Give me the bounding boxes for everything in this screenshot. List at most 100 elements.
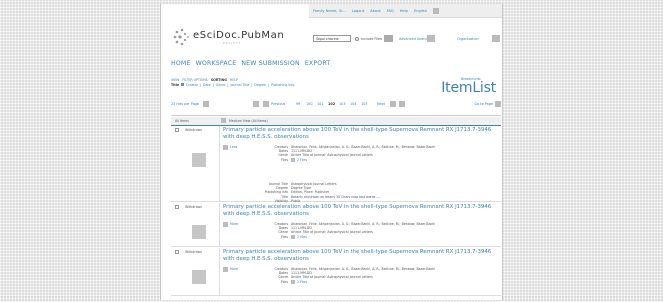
item-metadata: Creators Aharonian, Felix; Akhperjanian, … xyxy=(274,222,436,239)
sorting-options: Title Creator | Date | Genre | Journal Titl… xyxy=(171,83,295,87)
item-creators: Aharonian, Felix; Akhperjanian, A. G.; B… xyxy=(291,222,436,226)
item-files-link[interactable]: 2 Files xyxy=(297,158,307,162)
subnav-view[interactable]: VIEW xyxy=(171,78,179,82)
page-link-103[interactable]: 103 xyxy=(339,102,345,106)
include-files-label: Include Files xyxy=(361,36,382,41)
item-status: Withdrawn xyxy=(185,250,203,254)
include-files-radio[interactable] xyxy=(355,36,359,41)
sort-creator[interactable]: Creator xyxy=(186,83,198,87)
next-page-link[interactable]: Next xyxy=(377,102,385,106)
advanced-search-button[interactable] xyxy=(427,35,435,42)
view-select-button[interactable] xyxy=(221,118,226,123)
page-link-102-current[interactable]: 102 xyxy=(328,102,335,106)
sort-journal-title[interactable]: Journal Title xyxy=(230,83,249,87)
item-status: Withdrawn xyxy=(185,205,203,209)
about-link[interactable]: About xyxy=(370,9,381,13)
logo-text: eSciDoc.PubMan xyxy=(193,30,285,41)
toggle-details-link[interactable]: Less xyxy=(230,145,237,149)
meta-bar: Family Name, Gi... Logout About FAQ Help… xyxy=(309,4,502,18)
item-metadata: Creators Aharonian, Felix; Akhperjanian, … xyxy=(274,145,436,162)
item-thumbnail[interactable] xyxy=(192,225,206,239)
subnav-sorting[interactable]: SORTING xyxy=(211,78,227,82)
language-link[interactable]: English xyxy=(414,9,427,13)
advanced-search-link[interactable]: Advanced Search xyxy=(399,37,428,41)
files-icon[interactable] xyxy=(291,234,295,239)
organization-button[interactable] xyxy=(492,35,500,42)
page-container: Family Name, Gi... Logout About FAQ Help… xyxy=(160,4,503,300)
list-item: Withdrawn Primary particle acceleration … xyxy=(171,248,501,296)
help-link[interactable]: Help xyxy=(400,9,408,13)
item-title-link[interactable]: Primary particle acceleration above 100 … xyxy=(223,204,493,218)
user-name-link[interactable]: Family Name, Gi... xyxy=(313,9,346,13)
toggle-details-button[interactable] xyxy=(223,222,228,227)
organization-link[interactable]: Organization xyxy=(457,37,479,41)
page-link-99[interactable]: 99 xyxy=(296,102,300,106)
hits-per-page-select[interactable]: 25 Hits per Page xyxy=(171,102,199,106)
subnav-help[interactable]: HELP xyxy=(230,78,238,82)
toggle-details-button[interactable] xyxy=(223,145,228,150)
item-title-link[interactable]: Primary particle acceleration above 100 … xyxy=(223,127,493,141)
item-checkbox[interactable] xyxy=(175,250,179,254)
item-creators: Aharonian, Felix; Akhperjanian, A. G.; B… xyxy=(291,145,436,149)
previous-page-link[interactable]: Previous xyxy=(271,102,285,106)
quick-search-button[interactable] xyxy=(383,35,393,42)
last-page-button[interactable] xyxy=(399,101,405,107)
quick-search-input[interactable]: Sepol chlorine xyxy=(313,35,351,42)
header: eSciDoc.PubMan PROJECT Sepol chlorine In… xyxy=(171,26,501,50)
logout-link[interactable]: Logout xyxy=(352,9,364,13)
list-item: Withdrawn Primary particle acceleration … xyxy=(171,203,501,247)
item-creators: Aharonian, Felix; Akhperjanian, A. G.; B… xyxy=(291,267,436,271)
sub-navigation: VIEW FILTER OPTIONS SORTING HELP xyxy=(171,78,238,82)
nav-export[interactable]: EXPORT xyxy=(305,60,331,67)
hits-per-page-button[interactable] xyxy=(203,101,209,107)
sort-direction-icon[interactable] xyxy=(181,83,185,86)
main-navigation: HOME WORKSPACE NEW SUBMISSION EXPORT xyxy=(171,60,330,67)
view-mode-label[interactable]: Medium View (All Items) xyxy=(229,119,268,123)
sort-date[interactable]: Date xyxy=(203,83,211,87)
next-page-button[interactable] xyxy=(390,101,396,107)
list-item: Withdrawn Primary particle acceleration … xyxy=(171,126,501,203)
item-title-detail: Botanic excursion on beans 30 Chars crop… xyxy=(291,194,381,199)
page-title: ItemList xyxy=(441,80,496,96)
divider xyxy=(171,115,501,116)
first-page-button[interactable] xyxy=(253,101,259,107)
toggle-details-button[interactable] xyxy=(223,267,228,272)
item-status: Withdrawn xyxy=(185,128,203,132)
list-header: All Items Medium View (All Items) xyxy=(171,117,501,126)
sort-current[interactable]: Title xyxy=(171,83,179,87)
sort-degree[interactable]: Degree xyxy=(254,83,266,87)
goto-page-link[interactable]: Go to Page xyxy=(475,102,493,106)
nav-workspace[interactable]: WORKSPACE xyxy=(196,60,237,67)
item-checkbox[interactable] xyxy=(175,205,179,209)
item-thumbnail[interactable] xyxy=(192,270,206,284)
item-files-link[interactable]: 2 Files xyxy=(297,235,307,239)
item-checkbox[interactable] xyxy=(175,128,179,132)
pagination-bar: 25 Hits per Page Previous 99 100 101 102… xyxy=(171,101,501,109)
item-title-link[interactable]: Primary particle acceleration above 100 … xyxy=(223,249,493,263)
toggle-details-link[interactable]: More xyxy=(230,267,238,271)
toggle-details-link[interactable]: More xyxy=(230,222,238,226)
nav-home[interactable]: HOME xyxy=(171,60,191,67)
page-link-105[interactable]: 105 xyxy=(361,102,367,106)
goto-page-button[interactable] xyxy=(495,101,501,107)
logo-subtitle: PROJECT xyxy=(223,42,242,45)
item-details: Journal Title Astrophysical Journal Lette… xyxy=(264,182,381,203)
language-select-button[interactable] xyxy=(432,7,439,14)
item-files-link[interactable]: 2 Files xyxy=(297,280,307,284)
files-icon[interactable] xyxy=(291,157,295,162)
page-link-101[interactable]: 101 xyxy=(317,102,323,106)
page-link-104[interactable]: 104 xyxy=(350,102,356,106)
include-files-option[interactable]: Include Files xyxy=(355,35,393,42)
subnav-filter-options[interactable]: FILTER OPTIONS xyxy=(182,78,208,82)
sort-genre[interactable]: Genre xyxy=(216,83,226,87)
escidoc-logo-icon[interactable] xyxy=(171,26,193,48)
item-metadata: Creators Aharonian, Felix; Akhperjanian, … xyxy=(274,267,436,284)
faq-link[interactable]: FAQ xyxy=(387,9,394,13)
nav-new-submission[interactable]: NEW SUBMISSION xyxy=(241,60,299,67)
select-all-items[interactable]: All Items xyxy=(175,119,189,123)
previous-page-button[interactable] xyxy=(263,101,269,107)
item-thumbnail[interactable] xyxy=(192,153,206,167)
sort-publishing-info[interactable]: Publishing Info xyxy=(271,83,294,87)
files-icon[interactable] xyxy=(291,279,295,284)
page-link-100[interactable]: 100 xyxy=(306,102,312,106)
